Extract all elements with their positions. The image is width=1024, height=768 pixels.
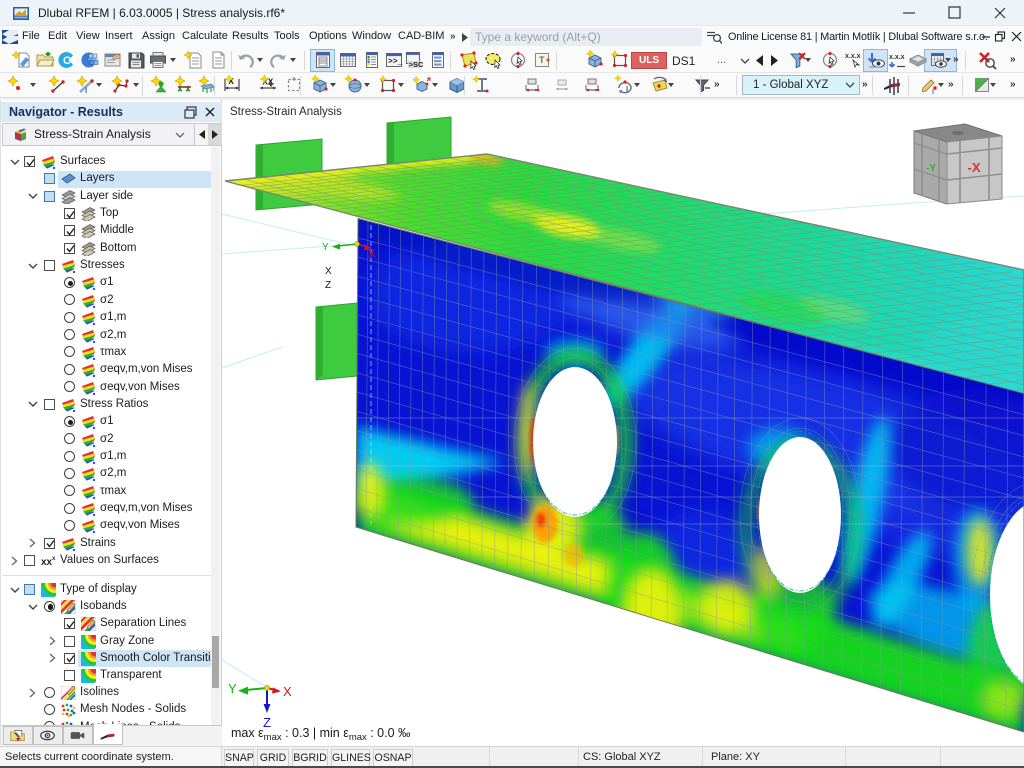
svg-text:-X: -X [968, 160, 981, 175]
svg-text:X: X [368, 248, 376, 260]
svg-text:X: X [325, 266, 332, 277]
svg-text:Y: Y [322, 242, 329, 253]
svg-text:Y: Y [228, 681, 237, 696]
svg-text:Z: Z [325, 280, 331, 291]
svg-text:X: X [283, 684, 292, 699]
svg-text:xx: xx [41, 557, 53, 568]
svg-text:-Y: -Y [926, 163, 936, 174]
svg-text:x: x [52, 556, 56, 562]
